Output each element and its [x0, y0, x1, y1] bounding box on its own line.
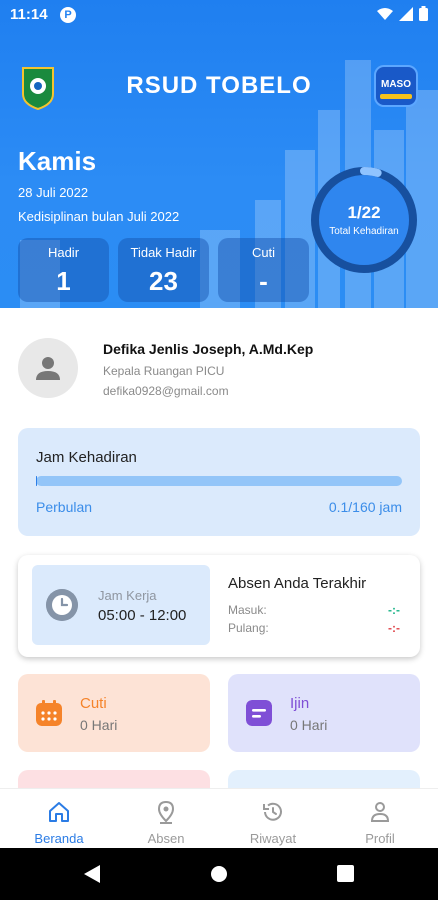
home-icon: [49, 802, 69, 822]
ijin-title: Ijin: [290, 695, 310, 712]
status-time: 11:14: [10, 6, 48, 23]
masuk-value: -:-: [388, 603, 400, 617]
ring-label: Total Kehadiran: [329, 226, 399, 237]
header-banner: 11:14 P RSUD TOBELO MASO Kamis 28 Juli 2…: [0, 0, 438, 308]
app-title: RSUD TOBELO: [126, 72, 312, 99]
nav-riwayat[interactable]: Riwayat: [218, 789, 328, 849]
stat-tidak-hadir-value: 23: [149, 266, 178, 296]
nav-beranda[interactable]: Beranda: [4, 789, 114, 849]
stat-hadir-value: 1: [56, 266, 71, 296]
back-icon[interactable]: [84, 865, 100, 883]
cuti-title: Cuti: [80, 695, 107, 712]
absen-pulang-row: Pulang: -:-: [228, 621, 400, 635]
day-name: Kamis: [18, 146, 97, 176]
maso-logo-icon: MASO: [374, 65, 418, 107]
person-icon: [370, 802, 390, 822]
wifi-icon: [377, 7, 393, 20]
nav-profil[interactable]: Profil: [325, 789, 435, 849]
signal-icon: [399, 6, 413, 21]
ijin-subtitle: 0 Hari: [290, 717, 328, 733]
calendar-icon: [36, 700, 62, 726]
pulang-label: Pulang:: [228, 621, 269, 635]
masuk-label: Masuk:: [228, 603, 267, 617]
stat-tidak-hadir: Tidak Hadir 23: [118, 238, 209, 302]
home-circle-icon[interactable]: [210, 865, 228, 883]
jam-kehadiran-progress: [36, 476, 402, 486]
profile-role: Kepala Ruangan PICU: [103, 364, 225, 378]
current-date: 28 Juli 2022: [18, 185, 89, 200]
stat-cuti-value: -: [259, 266, 268, 296]
jam-period-label: Perbulan: [36, 499, 93, 515]
note-icon: [246, 700, 272, 726]
person-icon: [36, 357, 60, 380]
pulang-value: -:-: [388, 621, 400, 635]
nav-absen[interactable]: Absen: [111, 789, 221, 849]
stat-hadir: Hadir 1: [18, 238, 109, 302]
avatar[interactable]: [18, 338, 78, 398]
nav-profil-label: Profil: [365, 831, 395, 846]
stat-tidak-hadir-label: Tidak Hadir: [130, 245, 197, 260]
absen-card[interactable]: Jam Kerja 05:00 - 12:00 Absen Anda Terak…: [18, 555, 420, 657]
maso-logo-text: MASO: [381, 79, 411, 90]
nav-absen-label: Absen: [147, 831, 185, 846]
ijin-tile[interactable]: Ijin 0 Hari: [228, 674, 420, 752]
discipline-label: Kedisiplinan bulan Juli 2022: [18, 209, 180, 224]
absen-title: Absen Anda Terakhir: [228, 575, 367, 592]
clock-icon: [46, 589, 78, 621]
stat-cuti: Cuti -: [218, 238, 309, 302]
notification-badge: P: [60, 7, 76, 23]
history-icon: [263, 802, 282, 821]
stat-cuti-label: Cuti: [251, 245, 276, 260]
jam-kehadiran-card[interactable]: Jam Kehadiran Perbulan 0.1/160 jam: [18, 428, 420, 536]
jam-kerja-label: Jam Kerja: [98, 588, 157, 603]
status-icons: [377, 6, 428, 21]
bottom-navigation: Beranda Absen Riwayat Profil: [0, 788, 438, 848]
recents-icon[interactable]: [337, 865, 354, 882]
profile-name: Defika Jenlis Joseph, A.Md.Kep: [103, 341, 314, 357]
jam-kehadiran-title: Jam Kehadiran: [36, 449, 137, 466]
battery-icon: [419, 6, 428, 21]
jam-kerja-value: 05:00 - 12:00: [98, 607, 187, 624]
nav-riwayat-label: Riwayat: [249, 831, 297, 846]
profile-email: defika0928@gmail.com: [103, 384, 229, 398]
location-icon: [157, 800, 175, 824]
cuti-tile[interactable]: Cuti 0 Hari: [18, 674, 210, 752]
cuti-subtitle: 0 Hari: [80, 717, 118, 733]
jam-kerja-box: Jam Kerja 05:00 - 12:00: [32, 565, 210, 645]
absen-masuk-row: Masuk: -:-: [228, 603, 400, 617]
system-navigation-bar: [0, 848, 438, 900]
nav-beranda-label: Beranda: [34, 831, 84, 846]
status-bar: 11:14 P: [0, 0, 438, 30]
ring-value: 1/22: [347, 203, 381, 222]
jam-value: 0.1/160 jam: [328, 499, 402, 515]
stat-hadir-label: Hadir: [47, 245, 80, 260]
